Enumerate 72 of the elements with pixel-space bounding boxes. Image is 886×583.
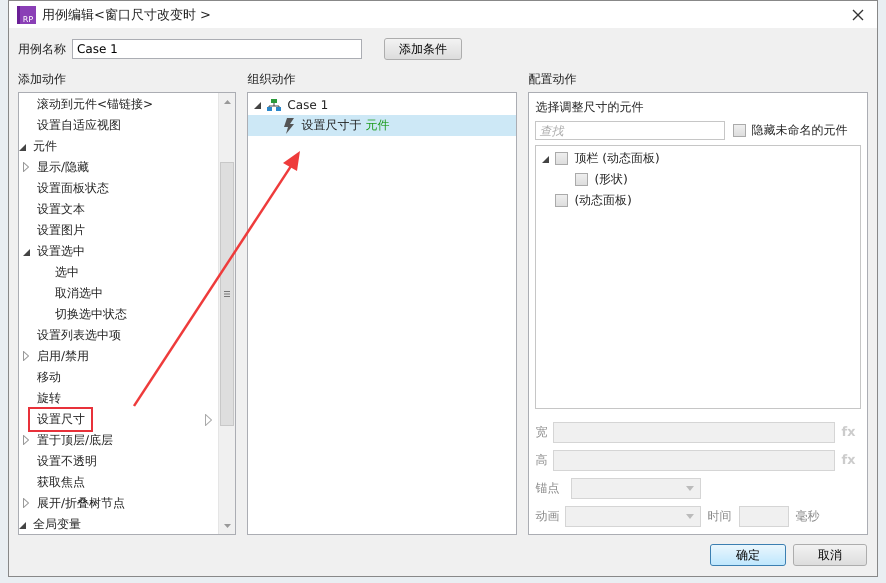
add-condition-button[interactable]: 添加条件	[384, 38, 462, 60]
action-item[interactable]: 启用/禁用	[37, 346, 96, 367]
action-item[interactable]: 选中	[55, 262, 85, 283]
dropdown-caret-icon	[686, 486, 694, 491]
height-field[interactable]	[553, 450, 836, 471]
action-row[interactable]: 设置尺寸于 元件	[248, 115, 516, 136]
panel-title: 组织动作	[247, 71, 296, 87]
action-item[interactable]: 展开/折叠树节点	[37, 493, 132, 514]
action-item[interactable]: 设置尺寸	[28, 407, 93, 432]
case-name-label: 用例名称	[18, 40, 66, 58]
animation-label: 动画	[535, 508, 560, 525]
checkbox[interactable]	[733, 124, 746, 137]
app-icon: RP	[17, 6, 36, 24]
action-item[interactable]: 设置选中	[37, 241, 91, 262]
ok-button[interactable]: 确定	[710, 544, 786, 566]
time-field[interactable]	[739, 506, 790, 527]
grip-icon	[224, 291, 230, 297]
widget-label: (形状)	[594, 171, 628, 188]
action-item[interactable]: 滚动到元件<锚链接>	[37, 94, 160, 115]
checkbox-label: 隐藏未命名的元件	[751, 122, 848, 139]
scroll-up-icon[interactable]	[224, 100, 231, 104]
action-item[interactable]: 全局变量	[33, 514, 87, 534]
action-item[interactable]: 移动	[37, 367, 67, 388]
action-item[interactable]: 元件	[33, 136, 63, 157]
action-item[interactable]: 设置面板状态	[37, 178, 115, 199]
width-field[interactable]	[553, 422, 836, 443]
case-name-field[interactable]: Case 1	[72, 39, 362, 59]
widget-label: 顶栏 (动态面板)	[574, 150, 660, 167]
panel-title: 添加动作	[18, 71, 67, 87]
collapsed-icon[interactable]	[23, 498, 29, 508]
case-tree-icon	[267, 98, 282, 110]
expanded-icon[interactable]	[19, 144, 26, 150]
ms-label: 毫秒	[795, 508, 820, 525]
width-label: 宽	[535, 424, 548, 441]
search-field[interactable]: 查找	[535, 121, 726, 140]
checkbox[interactable]	[555, 152, 568, 165]
window-title: 用例编辑<窗口尺寸改变时 >	[42, 6, 212, 24]
scroll-down-icon[interactable]	[224, 524, 231, 528]
height-label: 高	[535, 452, 548, 469]
cancel-button[interactable]: 取消	[793, 544, 867, 566]
expanded-icon[interactable]	[542, 156, 550, 162]
collapsed-icon[interactable]	[23, 162, 29, 172]
action-item[interactable]: 设置文本	[37, 199, 91, 220]
action-item[interactable]: 设置列表选中项	[37, 325, 127, 346]
expanded-icon[interactable]	[254, 102, 262, 108]
lightning-icon	[284, 118, 296, 134]
action-item[interactable]: 取消选中	[55, 283, 109, 304]
checkbox[interactable]	[575, 173, 588, 186]
panel-title: 配置动作	[528, 71, 578, 87]
close-icon	[852, 8, 864, 20]
collapsed-icon[interactable]	[23, 350, 29, 360]
action-item[interactable]: 显示/隐藏	[37, 157, 96, 178]
time-label: 时间	[707, 508, 732, 525]
action-item[interactable]: 置于顶层/底层	[37, 430, 120, 451]
action-item[interactable]: 设置不透明	[37, 451, 103, 472]
widget-label: (动态面板)	[574, 192, 632, 209]
scrollbar[interactable]	[218, 93, 236, 534]
animation-dropdown[interactable]	[565, 506, 702, 527]
expanded-icon[interactable]	[23, 248, 30, 256]
action-item[interactable]: 设置自适应视图	[37, 115, 127, 136]
action-item[interactable]: 切换选中状态	[55, 304, 133, 325]
section-title: 选择调整尺寸的元件	[535, 99, 644, 116]
dropdown-caret-icon	[686, 514, 694, 519]
action-item[interactable]: 设置图片	[37, 220, 91, 241]
action-item[interactable]: 获取焦点	[37, 472, 91, 493]
expanded-icon[interactable]	[19, 522, 26, 528]
case-label[interactable]: Case 1	[287, 98, 328, 112]
action-item[interactable]: 旋转	[37, 388, 67, 409]
collapsed-icon[interactable]	[23, 434, 29, 444]
anchor-dropdown[interactable]	[571, 478, 702, 499]
checkbox[interactable]	[555, 194, 568, 207]
anchor-label: 锚点	[535, 480, 560, 497]
